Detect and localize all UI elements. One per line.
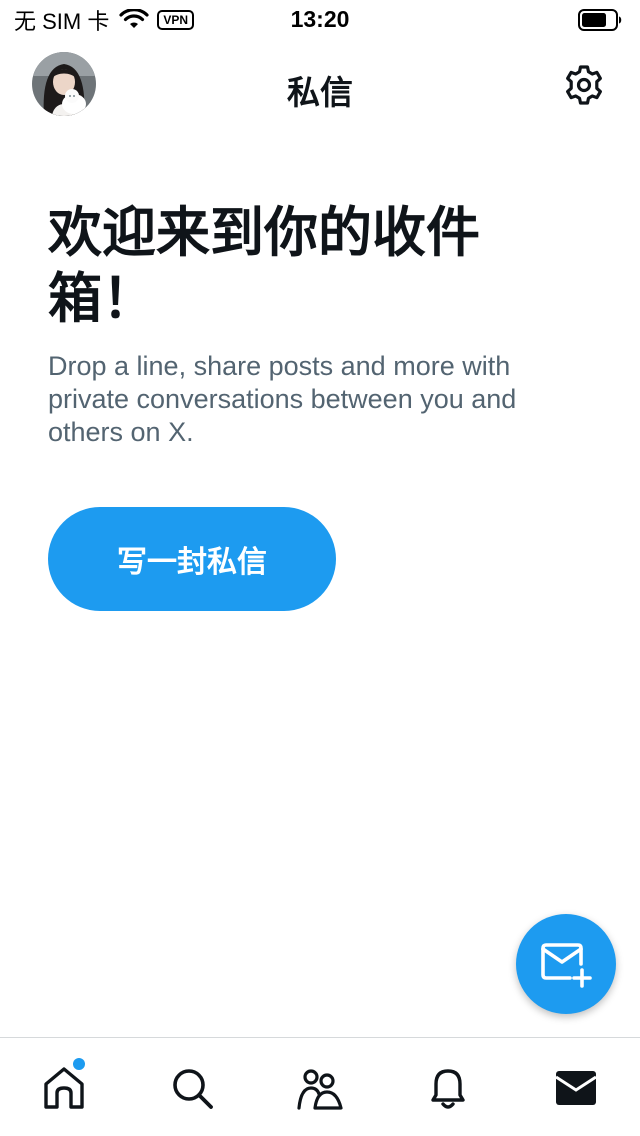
status-time: 13:20 xyxy=(290,6,350,32)
new-message-fab[interactable] xyxy=(516,914,616,1014)
home-icon xyxy=(44,1067,84,1109)
write-message-label: 写一封私信 xyxy=(117,545,267,580)
write-message-button[interactable]: 写一封私信 xyxy=(48,507,336,611)
welcome-heading: 欢迎来到你的收件箱！ xyxy=(48,201,480,330)
gear-icon[interactable] xyxy=(562,63,606,107)
battery-icon xyxy=(578,9,622,31)
tab-messages[interactable] xyxy=(552,1064,600,1112)
tab-bar xyxy=(0,1037,640,1136)
notification-dot xyxy=(73,1058,85,1070)
page-title: 私信 xyxy=(287,73,353,112)
mail-icon xyxy=(555,1071,597,1105)
tab-communities[interactable] xyxy=(296,1064,344,1112)
search-icon xyxy=(173,1069,213,1109)
status-bar: 无 SIM 卡 VPN 13:20 xyxy=(0,0,640,40)
header: 私信 xyxy=(0,40,640,130)
new-message-icon xyxy=(541,943,592,988)
tab-search[interactable] xyxy=(168,1064,216,1112)
tab-notifications[interactable] xyxy=(424,1064,472,1112)
bell-icon xyxy=(431,1069,465,1109)
welcome-description: Drop a line, share posts and more with p… xyxy=(48,351,517,447)
communities-icon xyxy=(297,1069,343,1110)
tab-home[interactable] xyxy=(40,1064,88,1112)
